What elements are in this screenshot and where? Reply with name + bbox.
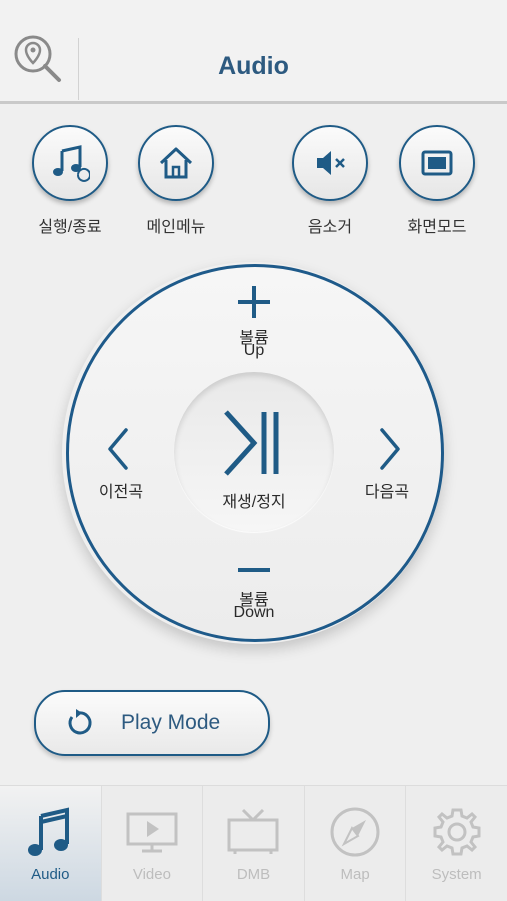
- music-note-icon: [28, 807, 70, 856]
- play-mode-label: Play Mode: [121, 711, 221, 734]
- previous-track-button[interactable]: 이전곡: [86, 424, 156, 501]
- screen-mode-button[interactable]: 화면모드: [392, 125, 482, 237]
- tab-system[interactable]: System: [406, 786, 507, 901]
- start-stop-label: 실행/종료: [38, 219, 102, 236]
- compass-icon: [330, 807, 380, 857]
- tab-audio[interactable]: Audio: [0, 786, 102, 901]
- screen-mode-label: 화면모드: [407, 219, 467, 236]
- play-pause-icon: [224, 410, 279, 476]
- next-track-button[interactable]: 다음곡: [352, 424, 422, 501]
- main-menu-label: 메인메뉴: [146, 219, 206, 236]
- tab-map-label: Map: [340, 866, 370, 883]
- tab-video[interactable]: Video: [102, 786, 204, 901]
- search-button[interactable]: [0, 35, 79, 100]
- map-pin-search-icon: [14, 35, 61, 82]
- tab-map[interactable]: Map: [305, 786, 407, 901]
- page-title: Audio: [218, 52, 289, 80]
- mute-button[interactable]: 음소거: [285, 125, 375, 237]
- minus-icon: [238, 568, 270, 572]
- play-pause-label: 재생/정지: [222, 494, 286, 511]
- tab-dmb[interactable]: DMB: [203, 786, 305, 901]
- header-bar: Audio: [0, 0, 507, 104]
- tv-icon: [227, 808, 279, 854]
- volume-up-button[interactable]: 볼륨 Up: [204, 282, 304, 364]
- chevron-left-icon: [108, 428, 128, 470]
- tab-dmb-label: DMB: [236, 866, 271, 883]
- volume-down-label-en: Down: [233, 604, 275, 621]
- play-pause-button[interactable]: 재생/정지: [174, 372, 334, 532]
- plus-icon: [238, 286, 270, 318]
- next-track-label: 다음곡: [364, 484, 410, 501]
- home-icon: [159, 147, 193, 179]
- volume-down-button[interactable]: 볼륨 Down: [204, 560, 304, 626]
- gear-icon: [433, 808, 481, 856]
- mute-circle: [292, 125, 368, 201]
- main-menu-circle: [138, 125, 214, 201]
- play-mode-button[interactable]: Play Mode: [34, 690, 270, 756]
- video-icon: [126, 812, 178, 853]
- main-menu-button[interactable]: 메인메뉴: [131, 125, 221, 237]
- tab-system-label: System: [431, 866, 482, 883]
- mute-label: 음소거: [307, 219, 353, 236]
- chevron-right-icon: [380, 428, 400, 470]
- start-stop-button[interactable]: 실행/종료: [25, 125, 115, 237]
- previous-track-label: 이전곡: [98, 484, 144, 501]
- screen-icon: [421, 150, 453, 176]
- tab-audio-label: Audio: [31, 866, 70, 883]
- bottom-tab-bar: Audio Video DMB Map System: [0, 785, 507, 901]
- screen-mode-circle: [399, 125, 475, 201]
- volume-up-label-en: Up: [243, 342, 265, 359]
- repeat-icon: [68, 709, 92, 735]
- tab-video-label: Video: [132, 866, 171, 883]
- mute-icon: [317, 151, 345, 175]
- start-stop-circle: [32, 125, 108, 201]
- music-note-icon: [53, 145, 90, 182]
